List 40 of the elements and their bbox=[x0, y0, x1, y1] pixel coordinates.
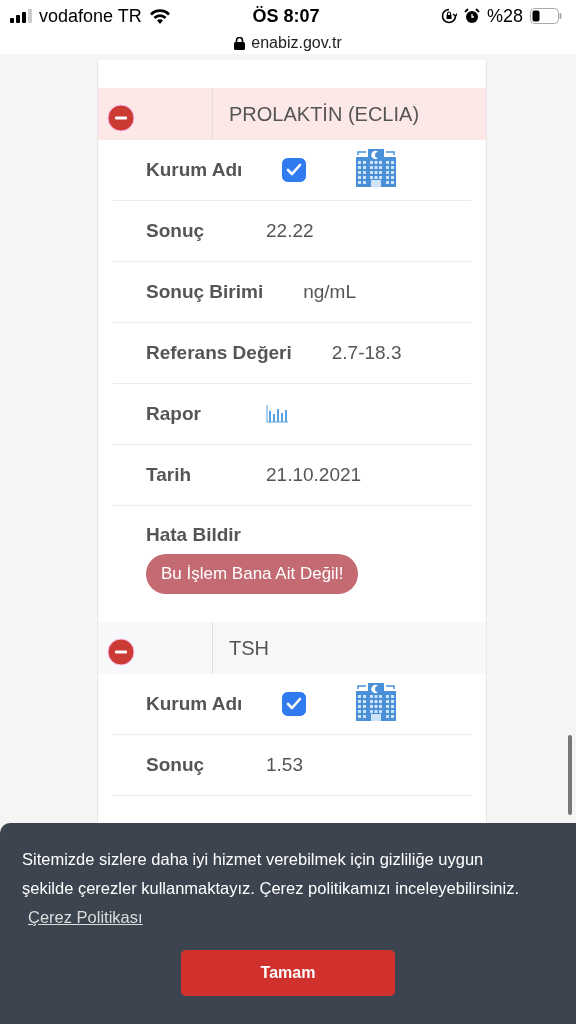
field-label: Sonuç bbox=[146, 220, 206, 242]
checkbox[interactable] bbox=[282, 692, 307, 716]
alarm-icon bbox=[463, 8, 480, 24]
hospital-building-icon[interactable] bbox=[356, 681, 397, 721]
field-value: 2.7-18.3 bbox=[331, 342, 402, 364]
rotation-lock-icon bbox=[440, 8, 457, 24]
battery-icon bbox=[530, 8, 562, 24]
report-button[interactable]: Bu İşlem Bana Ait Değil! bbox=[146, 554, 359, 594]
field-value: ng/mL bbox=[303, 281, 356, 303]
signal-icon bbox=[10, 9, 32, 23]
field-label: Tarih bbox=[146, 464, 193, 486]
carrier-name: vodafone TR bbox=[39, 5, 142, 27]
test-name: PROLAKTİN (ECLIA) bbox=[228, 102, 420, 126]
field-value: 22.22 bbox=[266, 220, 314, 242]
section-header[interactable]: PROLAKTİN (ECLIA) bbox=[98, 88, 486, 140]
collapse-icon[interactable] bbox=[107, 638, 135, 666]
field-value: 21.10.2021 bbox=[266, 464, 362, 486]
page-url: enabiz.gov.tr bbox=[251, 34, 342, 52]
field-label: Referans Değeri bbox=[146, 342, 292, 364]
hospital-building-icon[interactable] bbox=[356, 147, 397, 187]
bar-chart-icon[interactable] bbox=[266, 405, 288, 423]
test-name: TSH bbox=[228, 636, 269, 660]
battery-percent: %28 bbox=[486, 5, 523, 27]
field-label: Hata Bildir bbox=[146, 524, 242, 546]
cookie-text: Sitemizde sizlere daha iyi hizmet verebilmek için gizliliğe uygun şekilde çerezler kullanmaktayız. Çerez politikamızı inceleyebilirsiniz. Çerez Politikası bbox=[22, 849, 520, 928]
checkbox[interactable] bbox=[282, 158, 307, 182]
accept-button[interactable]: Tamam bbox=[181, 950, 395, 996]
field-value: 1.53 bbox=[266, 754, 303, 776]
cookie-policy-link[interactable]: Çerez Politikası bbox=[28, 908, 143, 926]
field-label: Sonuç Birimi bbox=[146, 281, 264, 303]
wifi-icon bbox=[148, 8, 171, 24]
field-label: Sonuç bbox=[146, 754, 206, 776]
lock-icon bbox=[234, 36, 246, 50]
clock-time: ÖS 8:07 bbox=[252, 5, 320, 27]
scrollbar-thumb[interactable] bbox=[568, 735, 572, 815]
field-label: Kurum Adı bbox=[146, 693, 243, 715]
section-header[interactable]: TSH bbox=[98, 622, 486, 674]
collapse-icon[interactable] bbox=[107, 104, 135, 132]
field-label: Rapor bbox=[146, 403, 202, 425]
field-label: Kurum Adı bbox=[146, 159, 243, 181]
